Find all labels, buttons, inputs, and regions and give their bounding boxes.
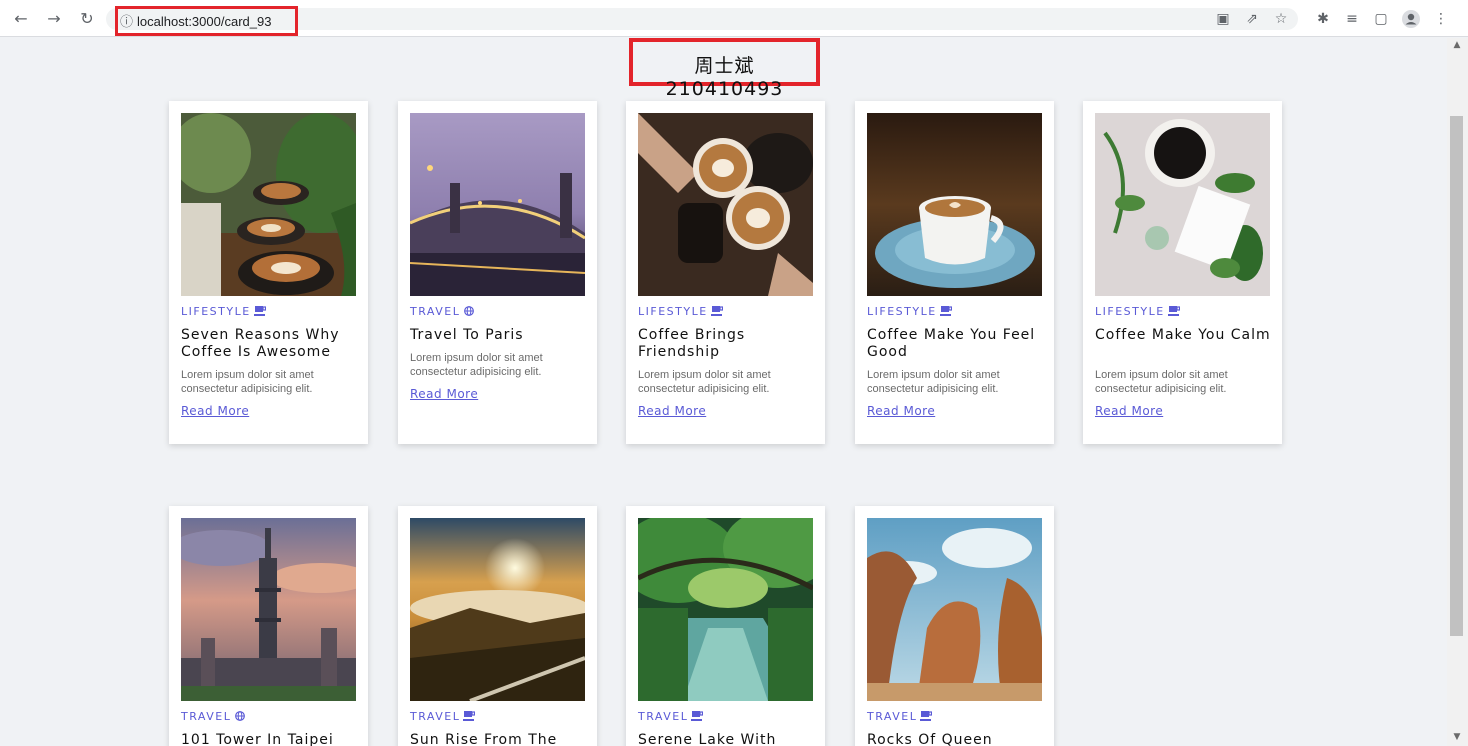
- back-icon[interactable]: ←: [10, 8, 32, 30]
- side-panel-icon[interactable]: ▢: [1371, 9, 1391, 29]
- read-more-link[interactable]: Read More: [867, 404, 935, 418]
- share-icon[interactable]: ⇗: [1242, 9, 1262, 29]
- card-image-coffee-cheers: [638, 113, 813, 296]
- card: LIFESTYLE Coffee Make You Feel Good Lore…: [855, 101, 1054, 444]
- card-title: 101 Tower In Taipei: [181, 732, 334, 746]
- card-image-queen-rocks: [867, 518, 1042, 701]
- profile-avatar-icon[interactable]: [1401, 9, 1421, 29]
- read-more-link[interactable]: Read More: [181, 404, 249, 418]
- browser-toolbar: ← → ↻ ⓘ localhost:3000/card_93 ▣ ⇗ ☆ ✱ ≡ …: [0, 0, 1468, 37]
- more-menu-icon[interactable]: ⋮: [1431, 9, 1451, 29]
- card: LIFESTYLE Coffee Make You Calm Lorem ips…: [1083, 101, 1282, 444]
- card-image-coffee-cup-blue-saucer: [867, 113, 1042, 296]
- card-title: Rocks Of Queen: [867, 732, 993, 746]
- card: TRAVEL Serene Lake With: [626, 506, 825, 746]
- coffee-icon: [940, 306, 952, 316]
- translate-icon[interactable]: ▣: [1213, 9, 1233, 29]
- card: LIFESTYLE Coffee Brings Friendship Lorem…: [626, 101, 825, 444]
- card: LIFESTYLE Seven Reasons Why Coffee Is Aw…: [169, 101, 368, 444]
- page-heading: 周士斌 210410493: [665, 55, 784, 100]
- scroll-thumb[interactable]: [1450, 116, 1463, 636]
- read-more-link[interactable]: Read More: [410, 387, 478, 401]
- card-category: TRAVEL: [867, 710, 932, 723]
- card-image-paris-bridge: [410, 113, 585, 296]
- vertical-scrollbar[interactable]: ▲ ▼: [1447, 38, 1468, 746]
- card-category: TRAVEL: [410, 305, 475, 318]
- reading-list-icon[interactable]: ≡: [1342, 9, 1362, 29]
- card-category: LIFESTYLE: [638, 305, 723, 318]
- card-title: Coffee Make You Calm: [1095, 327, 1271, 343]
- card-title: Coffee Brings Friendship: [638, 327, 746, 360]
- coffee-icon: [711, 306, 723, 316]
- card-image-coffee-leaves-note: [1095, 113, 1270, 296]
- card-category: TRAVEL: [410, 710, 475, 723]
- card: TRAVEL 101 Tower In Taipei: [169, 506, 368, 746]
- card-image-coffee-plants: [181, 113, 356, 296]
- forward-icon[interactable]: →: [43, 8, 65, 30]
- card-title: Coffee Make You Feel Good: [867, 327, 1036, 360]
- read-more-link[interactable]: Read More: [638, 404, 706, 418]
- card-category: LIFESTYLE: [867, 305, 952, 318]
- heading-highlight-box: 周士斌 210410493: [629, 38, 820, 100]
- read-more-link[interactable]: Read More: [1095, 404, 1163, 418]
- reload-icon[interactable]: ↻: [76, 8, 98, 30]
- card: TRAVEL Rocks Of Queen: [855, 506, 1054, 746]
- card: TRAVEL Travel To Paris Lorem ipsum dolor…: [398, 101, 597, 444]
- card-category: LIFESTYLE: [1095, 305, 1180, 318]
- card-description: Lorem ipsum dolor sit amet consectetur a…: [410, 352, 543, 378]
- card-category: LIFESTYLE: [181, 305, 266, 318]
- card-category: TRAVEL: [638, 710, 703, 723]
- globe-icon: [463, 306, 475, 316]
- card-title: Serene Lake With: [638, 732, 777, 746]
- card-category: TRAVEL: [181, 710, 246, 723]
- card: TRAVEL Sun Rise From The: [398, 506, 597, 746]
- bookmark-star-icon[interactable]: ☆: [1271, 9, 1291, 29]
- coffee-icon: [920, 711, 932, 721]
- card-description: Lorem ipsum dolor sit amet consectetur a…: [867, 369, 1000, 395]
- scroll-down-arrow-icon[interactable]: ▼: [1452, 732, 1462, 742]
- extensions-icon[interactable]: ✱: [1313, 9, 1333, 29]
- coffee-icon: [254, 306, 266, 316]
- url-highlight-box: [115, 6, 298, 36]
- card-image-sunrise-mountains: [410, 518, 585, 701]
- card-title: Seven Reasons Why Coffee Is Awesome: [181, 327, 340, 360]
- card-description: Lorem ipsum dolor sit amet consectetur a…: [181, 369, 314, 395]
- globe-icon: [234, 711, 246, 721]
- scroll-up-arrow-icon[interactable]: ▲: [1452, 40, 1462, 50]
- card-description: Lorem ipsum dolor sit amet consectetur a…: [638, 369, 771, 395]
- coffee-icon: [1168, 306, 1180, 316]
- card-title: Travel To Paris: [410, 327, 524, 343]
- card-image-serene-lake: [638, 518, 813, 701]
- card-image-taipei-101: [181, 518, 356, 701]
- coffee-icon: [463, 711, 475, 721]
- card-title: Sun Rise From The: [410, 732, 558, 746]
- coffee-icon: [691, 711, 703, 721]
- card-description: Lorem ipsum dolor sit amet consectetur a…: [1095, 369, 1228, 395]
